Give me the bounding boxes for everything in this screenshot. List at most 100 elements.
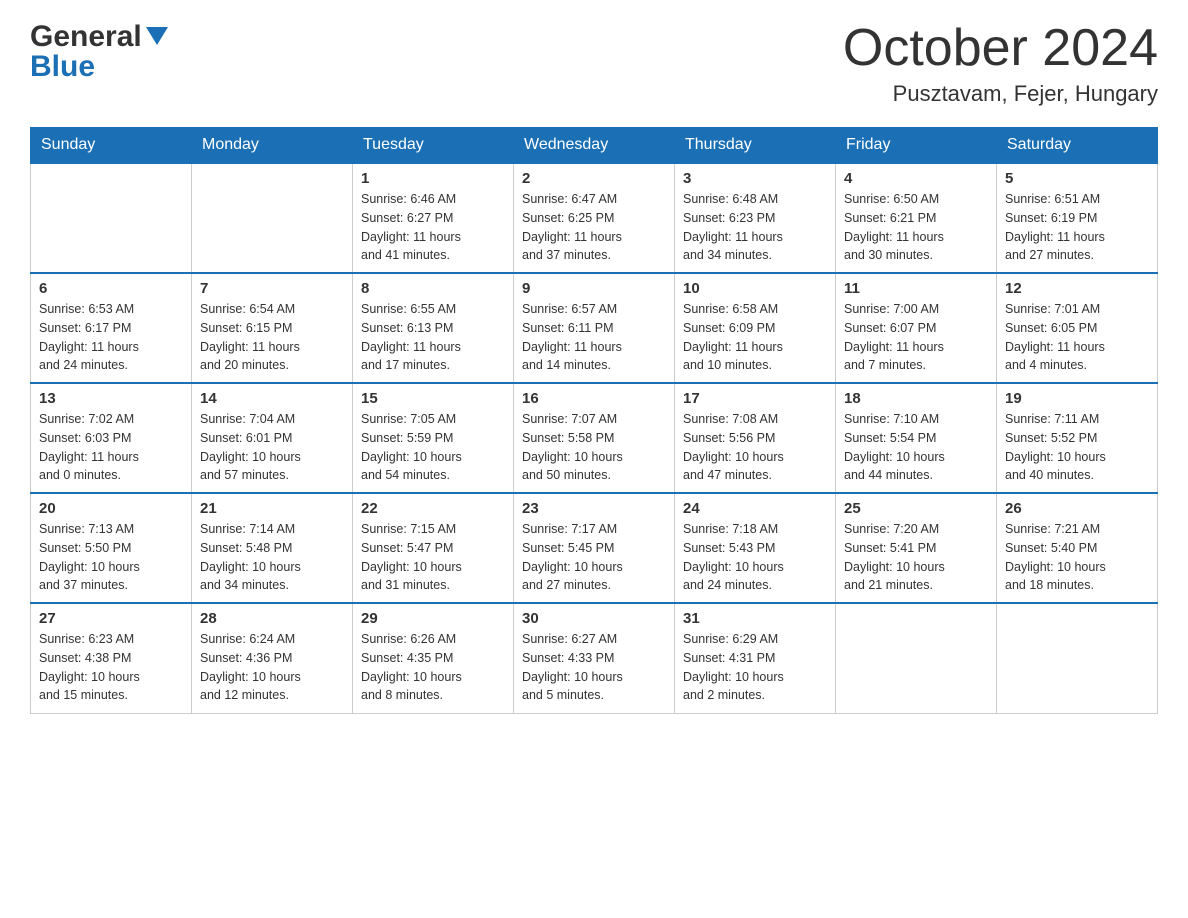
calendar-day-cell: 1 Sunrise: 6:46 AM Sunset: 6:27 PM Daylig… xyxy=(353,163,514,273)
header-friday: Friday xyxy=(836,128,997,164)
day-number: 15 xyxy=(361,390,505,407)
day-number: 29 xyxy=(361,610,505,627)
day-info: Sunrise: 7:21 AM Sunset: 5:40 PM Dayligh… xyxy=(1005,520,1149,595)
day-number: 27 xyxy=(39,610,183,627)
day-info: Sunrise: 7:07 AM Sunset: 5:58 PM Dayligh… xyxy=(522,410,666,485)
header-monday: Monday xyxy=(192,128,353,164)
calendar-day-cell: 9 Sunrise: 6:57 AM Sunset: 6:11 PM Daylig… xyxy=(514,273,675,383)
day-info: Sunrise: 7:18 AM Sunset: 5:43 PM Dayligh… xyxy=(683,520,827,595)
header-tuesday: Tuesday xyxy=(353,128,514,164)
day-number: 28 xyxy=(200,610,344,627)
calendar-week-row: 6Sunrise: 6:53 AM Sunset: 6:17 PM Daylig… xyxy=(31,273,1158,383)
calendar-day-cell: 13 Sunrise: 7:02 AM Sunset: 6:03 PM Dayli… xyxy=(31,383,192,493)
calendar-week-row: 13 Sunrise: 7:02 AM Sunset: 6:03 PM Dayli… xyxy=(31,383,1158,493)
calendar-day-cell: 30Sunrise: 6:27 AM Sunset: 4:33 PM Dayli… xyxy=(514,603,675,713)
page-header: General Blue October 2024 Pusztavam, Fej… xyxy=(30,20,1158,107)
day-number: 12 xyxy=(1005,280,1149,297)
day-number: 13 xyxy=(39,390,183,407)
day-number: 24 xyxy=(683,500,827,517)
day-info: Sunrise: 7:13 AM Sunset: 5:50 PM Dayligh… xyxy=(39,520,183,595)
day-info: Sunrise: 6:57 AM Sunset: 6:11 PM Dayligh… xyxy=(522,300,666,375)
day-info: Sunrise: 7:11 AM Sunset: 5:52 PM Dayligh… xyxy=(1005,410,1149,485)
day-number: 3 xyxy=(683,170,827,187)
day-number: 7 xyxy=(200,280,344,297)
logo-arrow-icon xyxy=(146,27,168,50)
day-number: 10 xyxy=(683,280,827,297)
day-info: Sunrise: 6:47 AM Sunset: 6:25 PM Dayligh… xyxy=(522,190,666,265)
calendar-day-cell: 8 Sunrise: 6:55 AM Sunset: 6:13 PM Daylig… xyxy=(353,273,514,383)
calendar-day-cell: 14Sunrise: 7:04 AM Sunset: 6:01 PM Dayli… xyxy=(192,383,353,493)
day-number: 26 xyxy=(1005,500,1149,517)
day-info: Sunrise: 7:08 AM Sunset: 5:56 PM Dayligh… xyxy=(683,410,827,485)
title-block: October 2024 Pusztavam, Fejer, Hungary xyxy=(843,20,1158,107)
calendar-table: Sunday Monday Tuesday Wednesday Thursday… xyxy=(30,127,1158,714)
day-number: 11 xyxy=(844,280,988,297)
calendar-day-cell: 5 Sunrise: 6:51 AM Sunset: 6:19 PM Daylig… xyxy=(997,163,1158,273)
day-number: 9 xyxy=(522,280,666,297)
day-info: Sunrise: 7:00 AM Sunset: 6:07 PM Dayligh… xyxy=(844,300,988,375)
day-info: Sunrise: 7:15 AM Sunset: 5:47 PM Dayligh… xyxy=(361,520,505,595)
calendar-day-cell: 17 Sunrise: 7:08 AM Sunset: 5:56 PM Dayli… xyxy=(675,383,836,493)
day-number: 21 xyxy=(200,500,344,517)
calendar-day-cell: 18Sunrise: 7:10 AM Sunset: 5:54 PM Dayli… xyxy=(836,383,997,493)
calendar-week-row: 1 Sunrise: 6:46 AM Sunset: 6:27 PM Daylig… xyxy=(31,163,1158,273)
day-info: Sunrise: 6:51 AM Sunset: 6:19 PM Dayligh… xyxy=(1005,190,1149,265)
calendar-header-row: Sunday Monday Tuesday Wednesday Thursday… xyxy=(31,128,1158,164)
calendar-day-cell: 19 Sunrise: 7:11 AM Sunset: 5:52 PM Dayli… xyxy=(997,383,1158,493)
day-number: 16 xyxy=(522,390,666,407)
day-info: Sunrise: 6:29 AM Sunset: 4:31 PM Dayligh… xyxy=(683,630,827,705)
calendar-day-cell: 11 Sunrise: 7:00 AM Sunset: 6:07 PM Dayli… xyxy=(836,273,997,383)
day-info: Sunrise: 7:17 AM Sunset: 5:45 PM Dayligh… xyxy=(522,520,666,595)
logo-general-text: General xyxy=(30,20,142,54)
day-info: Sunrise: 6:26 AM Sunset: 4:35 PM Dayligh… xyxy=(361,630,505,705)
day-info: Sunrise: 7:20 AM Sunset: 5:41 PM Dayligh… xyxy=(844,520,988,595)
day-info: Sunrise: 6:46 AM Sunset: 6:27 PM Dayligh… xyxy=(361,190,505,265)
day-info: Sunrise: 6:53 AM Sunset: 6:17 PM Dayligh… xyxy=(39,300,183,375)
day-info: Sunrise: 6:54 AM Sunset: 6:15 PM Dayligh… xyxy=(200,300,344,375)
calendar-day-cell: 31Sunrise: 6:29 AM Sunset: 4:31 PM Dayli… xyxy=(675,603,836,713)
day-number: 2 xyxy=(522,170,666,187)
day-info: Sunrise: 6:24 AM Sunset: 4:36 PM Dayligh… xyxy=(200,630,344,705)
day-info: Sunrise: 6:50 AM Sunset: 6:21 PM Dayligh… xyxy=(844,190,988,265)
header-sunday: Sunday xyxy=(31,128,192,164)
calendar-day-cell: 2 Sunrise: 6:47 AM Sunset: 6:25 PM Daylig… xyxy=(514,163,675,273)
calendar-day-cell: 22 Sunrise: 7:15 AM Sunset: 5:47 PM Dayli… xyxy=(353,493,514,603)
day-number: 8 xyxy=(361,280,505,297)
day-number: 5 xyxy=(1005,170,1149,187)
day-info: Sunrise: 6:27 AM Sunset: 4:33 PM Dayligh… xyxy=(522,630,666,705)
calendar-day-cell: 21Sunrise: 7:14 AM Sunset: 5:48 PM Dayli… xyxy=(192,493,353,603)
calendar-day-cell: 24 Sunrise: 7:18 AM Sunset: 5:43 PM Dayli… xyxy=(675,493,836,603)
calendar-week-row: 20 Sunrise: 7:13 AM Sunset: 5:50 PM Dayli… xyxy=(31,493,1158,603)
day-info: Sunrise: 6:58 AM Sunset: 6:09 PM Dayligh… xyxy=(683,300,827,375)
calendar-day-cell: 27 Sunrise: 6:23 AM Sunset: 4:38 PM Dayli… xyxy=(31,603,192,713)
day-info: Sunrise: 6:23 AM Sunset: 4:38 PM Dayligh… xyxy=(39,630,183,705)
calendar-day-cell: 29 Sunrise: 6:26 AM Sunset: 4:35 PM Dayli… xyxy=(353,603,514,713)
day-info: Sunrise: 7:01 AM Sunset: 6:05 PM Dayligh… xyxy=(1005,300,1149,375)
day-number: 22 xyxy=(361,500,505,517)
calendar-day-cell: 12 Sunrise: 7:01 AM Sunset: 6:05 PM Dayli… xyxy=(997,273,1158,383)
day-info: Sunrise: 7:02 AM Sunset: 6:03 PM Dayligh… xyxy=(39,410,183,485)
day-number: 19 xyxy=(1005,390,1149,407)
day-number: 20 xyxy=(39,500,183,517)
day-info: Sunrise: 7:05 AM Sunset: 5:59 PM Dayligh… xyxy=(361,410,505,485)
day-number: 17 xyxy=(683,390,827,407)
calendar-day-cell: 10 Sunrise: 6:58 AM Sunset: 6:09 PM Dayli… xyxy=(675,273,836,383)
logo: General Blue xyxy=(30,20,168,84)
calendar-day-cell: 3Sunrise: 6:48 AM Sunset: 6:23 PM Daylig… xyxy=(675,163,836,273)
calendar-day-cell: 28 Sunrise: 6:24 AM Sunset: 4:36 PM Dayli… xyxy=(192,603,353,713)
day-number: 23 xyxy=(522,500,666,517)
calendar-day-cell: 25Sunrise: 7:20 AM Sunset: 5:41 PM Dayli… xyxy=(836,493,997,603)
month-year-title: October 2024 xyxy=(843,20,1158,77)
calendar-day-cell: 7 Sunrise: 6:54 AM Sunset: 6:15 PM Daylig… xyxy=(192,273,353,383)
day-info: Sunrise: 6:55 AM Sunset: 6:13 PM Dayligh… xyxy=(361,300,505,375)
calendar-day-cell xyxy=(997,603,1158,713)
calendar-day-cell: 20 Sunrise: 7:13 AM Sunset: 5:50 PM Dayli… xyxy=(31,493,192,603)
calendar-day-cell: 16 Sunrise: 7:07 AM Sunset: 5:58 PM Dayli… xyxy=(514,383,675,493)
calendar-day-cell: 26 Sunrise: 7:21 AM Sunset: 5:40 PM Dayli… xyxy=(997,493,1158,603)
header-thursday: Thursday xyxy=(675,128,836,164)
calendar-day-cell: 6Sunrise: 6:53 AM Sunset: 6:17 PM Daylig… xyxy=(31,273,192,383)
day-number: 1 xyxy=(361,170,505,187)
calendar-day-cell xyxy=(31,163,192,273)
calendar-week-row: 27 Sunrise: 6:23 AM Sunset: 4:38 PM Dayli… xyxy=(31,603,1158,713)
header-wednesday: Wednesday xyxy=(514,128,675,164)
